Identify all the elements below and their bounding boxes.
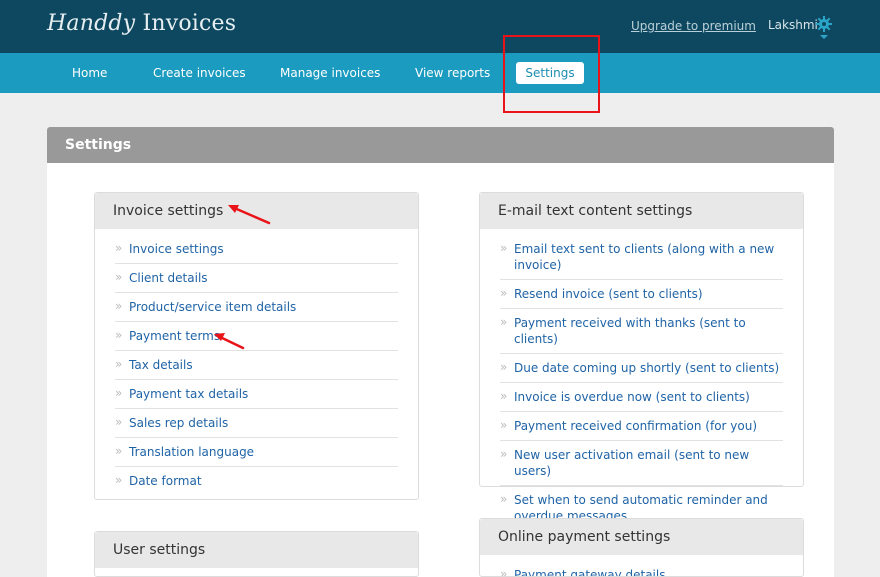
invoice-settings-list: Invoice settings Client details Product/… [115,235,398,495]
email-settings-header: E-mail text content settings [480,193,803,229]
link-email-new-invoice[interactable]: Email text sent to clients (along with a… [500,235,783,280]
nav-view-reports[interactable]: View reports [415,66,490,80]
annotation-highlight-box [503,35,600,113]
link-tax-details[interactable]: Tax details [115,351,398,380]
user-settings-header: User settings [95,532,418,568]
link-payment-terms[interactable]: Payment terms [115,322,398,351]
annotation-arrow-icon [214,333,245,350]
email-settings-box: E-mail text content settings Email text … [479,192,804,523]
nav-home[interactable]: Home [72,66,107,80]
online-payment-settings-header: Online payment settings [480,519,803,555]
link-payment-received-thanks[interactable]: Payment received with thanks (sent to cl… [500,309,783,354]
link-due-date-coming[interactable]: Due date coming up shortly (sent to clie… [500,354,783,383]
email-settings-list: Email text sent to clients (along with a… [500,235,783,530]
link-client-details[interactable]: Client details [115,264,398,293]
link-product-service-item-details[interactable]: Product/service item details [115,293,398,322]
link-resend-invoice[interactable]: Resend invoice (sent to clients) [500,280,783,309]
panel-title: Settings [65,137,132,153]
link-invoice-overdue[interactable]: Invoice is overdue now (sent to clients) [500,383,783,412]
link-date-format[interactable]: Date format [115,467,398,495]
link-translation-language[interactable]: Translation language [115,438,398,467]
main-nav: Home Create invoices Manage invoices Vie… [0,53,880,93]
invoice-settings-box: Invoice settings Invoice settings Client… [94,192,419,500]
logo-script: Handdy [47,11,136,36]
logo-word: Invoices [142,11,237,36]
user-settings-title: User settings [113,542,206,558]
user-settings-box: User settings [94,531,419,577]
link-payment-confirmation[interactable]: Payment received confirmation (for you) [500,412,783,441]
app-logo[interactable]: Handdy Invoices [47,11,236,36]
gear-icon[interactable] [816,16,832,32]
invoice-settings-title: Invoice settings [113,203,224,219]
top-header: Handdy Invoices Upgrade to premium Laksh… [0,0,880,53]
link-payment-tax-details[interactable]: Payment tax details [115,380,398,409]
online-payment-settings-title: Online payment settings [498,529,671,545]
chevron-down-icon[interactable] [820,35,828,39]
online-payment-settings-box: Online payment settings Payment gateway … [479,518,804,577]
panel-header: Settings [47,127,834,163]
online-payment-settings-list: Payment gateway details [500,561,783,576]
annotation-arrow-icon [228,205,271,225]
nav-manage-invoices[interactable]: Manage invoices [280,66,380,80]
link-invoice-settings[interactable]: Invoice settings [115,235,398,264]
user-name[interactable]: Lakshmi [768,18,818,32]
link-payment-gateway-details[interactable]: Payment gateway details [500,561,783,576]
link-sales-rep-details[interactable]: Sales rep details [115,409,398,438]
email-settings-title: E-mail text content settings [498,203,693,219]
upgrade-premium-link[interactable]: Upgrade to premium [631,19,756,33]
link-new-user-activation[interactable]: New user activation email (sent to new u… [500,441,783,486]
nav-create-invoices[interactable]: Create invoices [153,66,246,80]
